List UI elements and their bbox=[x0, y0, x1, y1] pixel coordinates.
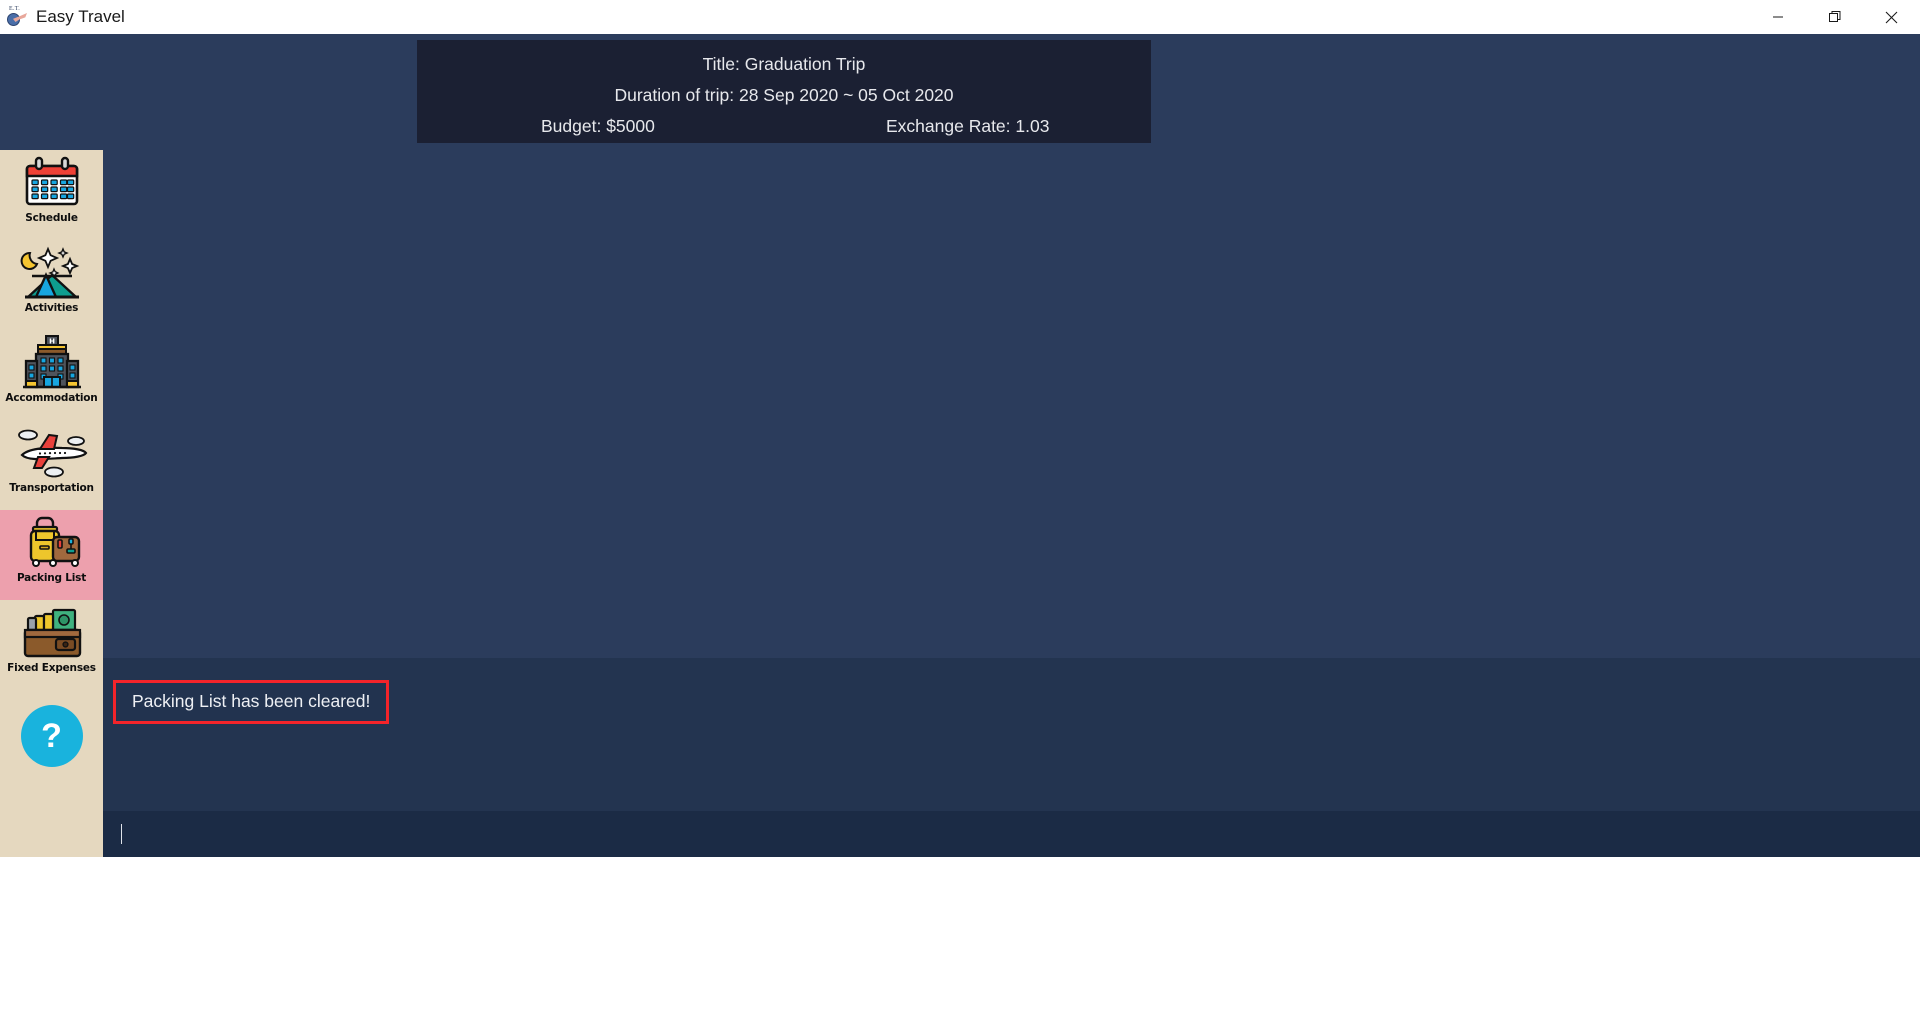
sidebar-label-transportation: Transportation bbox=[9, 482, 94, 494]
trip-duration-row: Duration of trip: 28 Sep 2020 ~ 05 Oct 2… bbox=[614, 85, 954, 105]
sidebar-item-schedule[interactable]: Schedule bbox=[0, 150, 103, 240]
titlebar-left-group: E.T. Easy Travel bbox=[0, 0, 1749, 34]
luggage-icon bbox=[10, 514, 94, 572]
command-input-bar[interactable] bbox=[103, 811, 1920, 857]
sidebar-label-packing-list: Packing List bbox=[16, 572, 87, 584]
trip-summary-panel: Title: Graduation Trip Duration of trip:… bbox=[417, 40, 1151, 143]
sidebar-bottom-blank bbox=[0, 991, 103, 1019]
window-controls bbox=[1749, 0, 1920, 34]
et-monogram: E.T. bbox=[9, 6, 21, 12]
application-body: Title: Graduation Trip Duration of trip:… bbox=[0, 34, 1920, 1019]
sidebar-item-activities[interactable]: Activities bbox=[0, 240, 103, 330]
window-title: Easy Travel bbox=[36, 7, 125, 26]
minimize-icon[interactable] bbox=[1749, 0, 1806, 34]
text-caret bbox=[121, 824, 122, 844]
sidebar-label-accommodation: Accommodation bbox=[5, 392, 98, 404]
maximize-icon[interactable] bbox=[1806, 0, 1863, 34]
status-message-highlight: Packing List has been cleared! bbox=[113, 680, 390, 724]
sidebar-item-accommodation[interactable]: H Accommodation bbox=[0, 330, 103, 420]
airplane-icon bbox=[10, 424, 94, 482]
wallet-money-icon bbox=[10, 604, 94, 662]
sidebar-label-fixed-expenses: Fixed Expenses bbox=[7, 662, 96, 674]
sidebar-label-schedule: Schedule bbox=[25, 212, 78, 224]
main-content-area bbox=[103, 150, 1920, 691]
trip-title-row: Title: Graduation Trip bbox=[702, 54, 866, 74]
bottom-blank-area bbox=[0, 857, 1920, 1019]
trip-budget: Budget: $5000 bbox=[541, 116, 655, 136]
app-logo-icon: E.T. bbox=[7, 6, 27, 27]
sidebar-label-activities: Activities bbox=[24, 302, 79, 314]
status-message-text: Packing List has been cleared! bbox=[132, 690, 371, 711]
help-button[interactable]: ? bbox=[20, 705, 83, 767]
trip-budget-rate-row: Budget: $5000 Exchange Rate: 1.03 bbox=[417, 111, 1151, 142]
sidebar-item-fixed-expenses[interactable]: Fixed Expenses bbox=[0, 600, 103, 690]
trip-exchange-rate: Exchange Rate: 1.03 bbox=[886, 116, 1050, 136]
calendar-icon bbox=[10, 154, 94, 212]
hotel-building-icon: H bbox=[10, 334, 94, 392]
close-icon[interactable] bbox=[1863, 0, 1920, 34]
help-button-wrapper: ? bbox=[0, 690, 103, 782]
sidebar-item-packing-list[interactable]: Packing List bbox=[0, 510, 103, 600]
tent-night-icon bbox=[10, 244, 94, 302]
window-titlebar: E.T. Easy Travel bbox=[0, 0, 1920, 35]
sidebar-item-transportation[interactable]: Transportation bbox=[0, 420, 103, 510]
easy-travel-window: E.T. Easy Travel Title: Graduation Trip … bbox=[0, 0, 1920, 1019]
status-log-panel: Packing List has been cleared! bbox=[103, 658, 1920, 811]
